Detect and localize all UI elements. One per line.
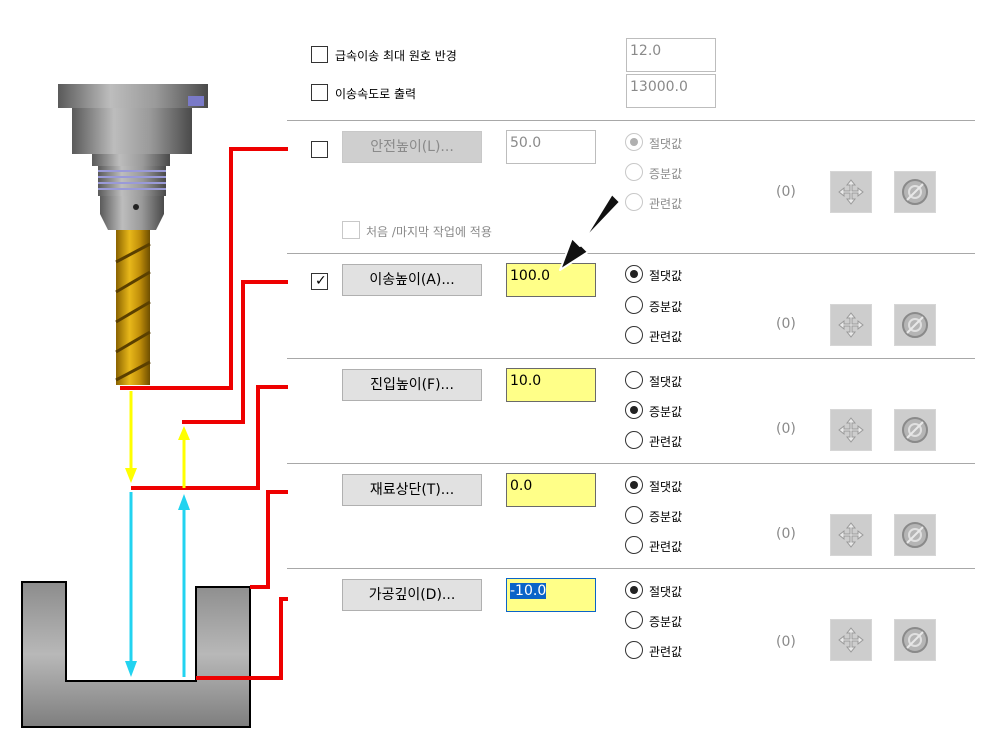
depth-relative-radio[interactable] <box>625 641 643 659</box>
relative-label: 관련값 <box>649 540 683 554</box>
four-way-arrow-icon <box>838 627 864 653</box>
incremental-label: 증분값 <box>649 405 683 419</box>
checkmark-icon: ✓ <box>315 273 327 289</box>
feed-output-label: 이송속도로 출력 <box>335 87 417 101</box>
absolute-label: 절댓값 <box>649 269 683 283</box>
clearance-relative-radio[interactable] <box>625 326 643 344</box>
depth-field-value: -10.0 <box>510 583 547 599</box>
circle-slash-icon <box>902 417 928 443</box>
safety-height-zero: (0) <box>776 184 796 200</box>
approach-height-button[interactable]: 진입높이(F)... <box>342 369 482 401</box>
absolute-label: 절댓값 <box>649 585 683 599</box>
circle-slash-icon <box>902 627 928 653</box>
approach-move-button[interactable] <box>830 409 872 451</box>
clearance-button[interactable]: 이송높이(A)... <box>342 264 482 296</box>
rapid-arc-label: 급속이송 최대 원호 반경 <box>335 49 457 63</box>
safety-height-move-button[interactable] <box>830 171 872 213</box>
four-way-arrow-icon <box>838 179 864 205</box>
clearance-move-button[interactable] <box>830 304 872 346</box>
black-arrow-pointer-icon <box>559 193 621 271</box>
approach-reset-button[interactable] <box>894 409 936 451</box>
approach-relative-radio[interactable] <box>625 431 643 449</box>
safety-height-button[interactable]: 안전높이(L)... <box>342 131 482 163</box>
end-mill <box>115 230 151 385</box>
approach-absolute-radio[interactable] <box>625 371 643 389</box>
feed-output-field[interactable]: 13000.0 <box>626 74 716 108</box>
relative-label: 관련값 <box>649 645 683 659</box>
absolute-label: 절댓값 <box>649 480 683 494</box>
tool-height-diagram <box>21 84 288 728</box>
clearance-zero: (0) <box>776 316 796 332</box>
clearance-incremental-radio[interactable] <box>625 296 643 314</box>
cyan-arrows <box>125 492 190 677</box>
depth-reset-button[interactable] <box>894 619 936 661</box>
relative-label: 관련값 <box>649 197 683 211</box>
apply-first-last-label: 처음 /마지막 작업에 적용 <box>366 225 492 239</box>
stock-top-button[interactable]: 재료상단(T)... <box>342 474 482 506</box>
feed-output-checkbox[interactable] <box>311 84 328 101</box>
four-way-arrow-icon <box>838 417 864 443</box>
yellow-arrows <box>125 391 190 488</box>
absolute-label: 절댓값 <box>649 137 683 151</box>
relative-label: 관련값 <box>649 330 683 344</box>
four-way-arrow-icon <box>838 522 864 548</box>
approach-zero: (0) <box>776 421 796 437</box>
depth-move-button[interactable] <box>830 619 872 661</box>
approach-incremental-radio[interactable] <box>625 401 643 419</box>
incremental-label: 증분값 <box>649 510 683 524</box>
incremental-label: 증분값 <box>649 167 683 181</box>
separator <box>287 463 975 464</box>
safety-height-reset-button[interactable] <box>894 171 936 213</box>
stock-top-zero: (0) <box>776 526 796 542</box>
relative-label: 관련값 <box>649 435 683 449</box>
depth-button[interactable]: 가공깊이(D)... <box>342 579 482 611</box>
absolute-label: 절댓값 <box>649 375 683 389</box>
incremental-label: 증분값 <box>649 300 683 314</box>
apply-first-last-checkbox[interactable] <box>342 221 360 239</box>
stock-top-incremental-radio[interactable] <box>625 506 643 524</box>
separator <box>287 120 975 121</box>
workpiece <box>21 581 251 728</box>
safety-height-checkbox[interactable] <box>311 141 328 158</box>
clearance-checkbox[interactable]: ✓ <box>311 273 328 290</box>
rapid-arc-field[interactable]: 12.0 <box>626 38 716 72</box>
circle-slash-icon <box>902 179 928 205</box>
stock-top-absolute-radio[interactable] <box>625 476 643 494</box>
stock-top-relative-radio[interactable] <box>625 536 643 554</box>
stock-top-reset-button[interactable] <box>894 514 936 556</box>
tool-holder <box>58 84 208 230</box>
stock-top-field[interactable]: 0.0 <box>506 473 596 507</box>
four-way-arrow-icon <box>838 312 864 338</box>
safety-height-field[interactable]: 50.0 <box>506 130 596 164</box>
separator <box>287 358 975 359</box>
depth-zero: (0) <box>776 634 796 650</box>
stock-top-move-button[interactable] <box>830 514 872 556</box>
circle-slash-icon <box>902 312 928 338</box>
separator <box>287 253 975 254</box>
safety-height-absolute-radio[interactable] <box>625 133 643 151</box>
approach-height-field[interactable]: 10.0 <box>506 368 596 402</box>
clearance-reset-button[interactable] <box>894 304 936 346</box>
safety-height-incremental-radio[interactable] <box>625 163 643 181</box>
circle-slash-icon <box>902 522 928 548</box>
depth-field[interactable]: -10.0 <box>506 578 596 612</box>
depth-absolute-radio[interactable] <box>625 581 643 599</box>
separator <box>287 568 975 569</box>
rapid-arc-checkbox[interactable] <box>311 46 328 63</box>
depth-incremental-radio[interactable] <box>625 611 643 629</box>
incremental-label: 증분값 <box>649 615 683 629</box>
